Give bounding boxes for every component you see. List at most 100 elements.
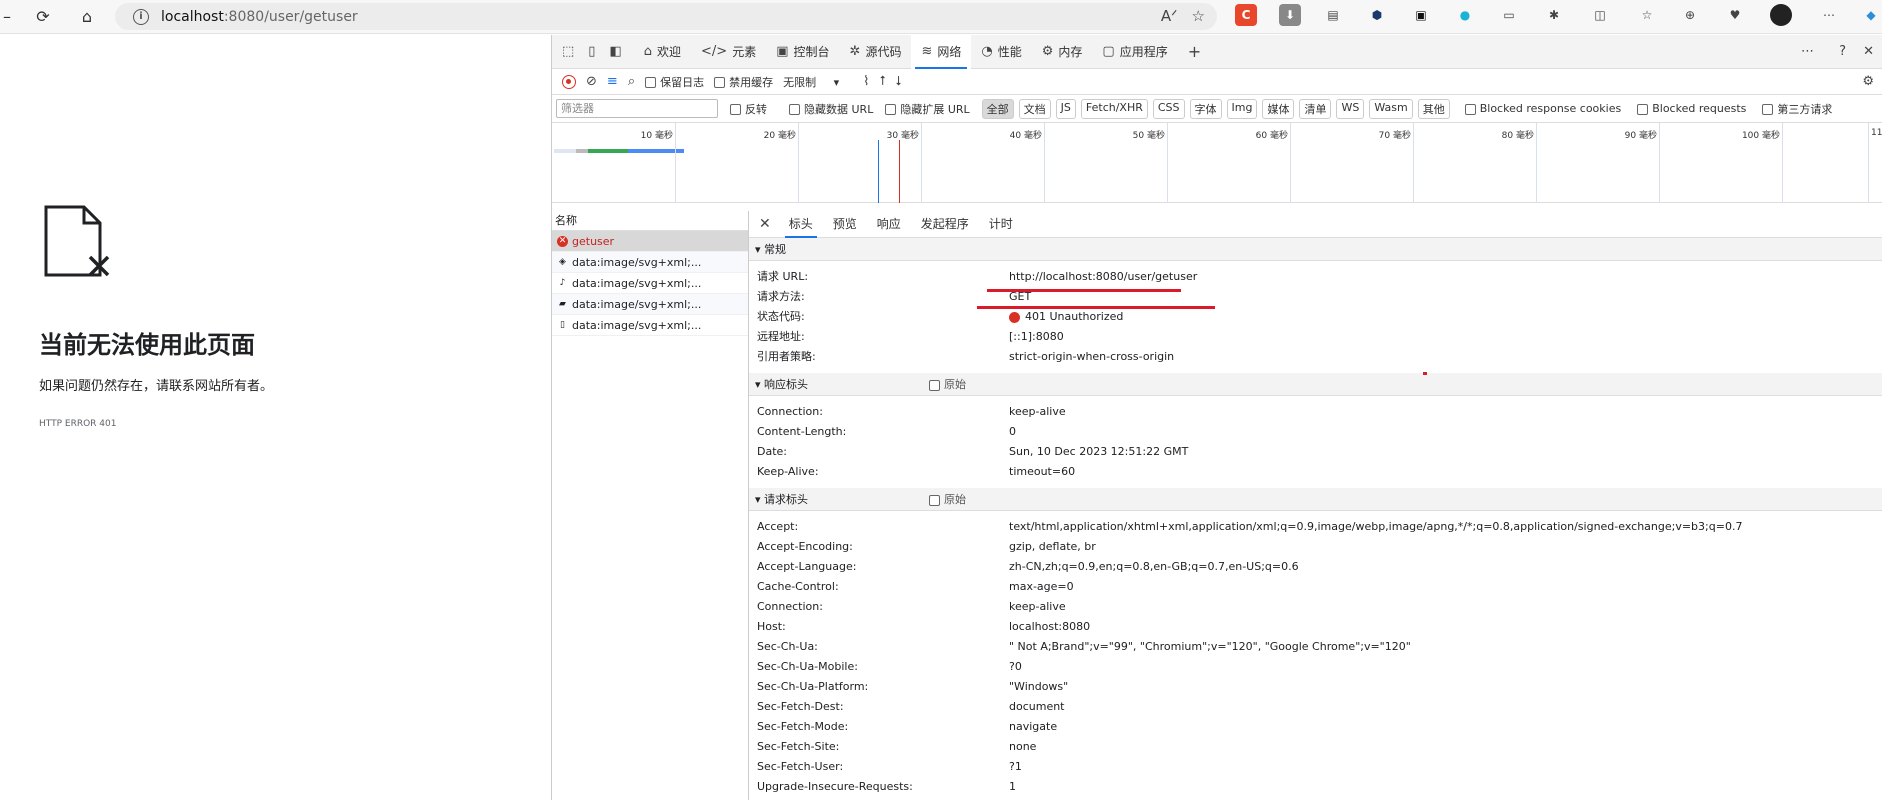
header-key: Host: <box>757 620 786 633</box>
copilot-icon[interactable]: ◆ <box>1860 4 1882 26</box>
request-row[interactable]: ▯ data:image/svg+xml;... <box>552 315 748 336</box>
dock-side-icon[interactable]: ◧ <box>609 44 621 59</box>
filter-chip[interactable]: Fetch/XHR <box>1080 98 1148 119</box>
filter-chip[interactable]: WS <box>1336 98 1365 119</box>
extension-doc-icon[interactable]: ▤ <box>1322 4 1344 26</box>
third-party-checkbox[interactable]: 第三方请求 <box>1762 101 1832 117</box>
devtools-tab-wifi[interactable]: ≋ 网络 <box>911 34 972 69</box>
inspect-element-icon[interactable]: ⬚ <box>562 44 574 59</box>
network-conditions-icon[interactable]: ⌇ <box>863 74 869 89</box>
request-row-getuser[interactable]: ✕ getuser <box>552 231 748 252</box>
tab-headers[interactable]: 标头 <box>779 211 823 238</box>
collections-icon[interactable]: ⊕ <box>1679 4 1701 26</box>
hide-extension-urls-checkbox[interactable]: 隐藏扩展 URL <box>885 101 970 117</box>
raw-toggle[interactable]: 原始 <box>929 488 966 511</box>
devtools-tab-bug[interactable]: ✲ 源代码 <box>840 35 912 69</box>
request-list: 名称 ✕ getuser ◈ data:image/svg+xml;... ♪ dat… <box>552 211 749 800</box>
address-bar[interactable]: i localhost:8080/user/getuser Aᐟ ☆ <box>115 3 1217 30</box>
header-value: keep-alive <box>1009 405 1066 418</box>
tab-preview[interactable]: 预览 <box>823 211 867 238</box>
devtools-tab-label: 网络 <box>937 45 962 59</box>
filter-chip[interactable]: 字体 <box>1189 98 1222 119</box>
back-icon[interactable]: – <box>0 2 14 32</box>
close-devtools-icon[interactable]: ✕ <box>1863 44 1874 59</box>
header-row: Connection: keep-alive <box>749 597 1882 617</box>
header-key: 远程地址: <box>757 330 805 343</box>
more-tools-icon[interactable]: ⋯ <box>1801 44 1814 59</box>
tab-initiator[interactable]: 发起程序 <box>911 211 979 238</box>
refresh-icon[interactable]: ⟳ <box>28 2 58 32</box>
filter-chip[interactable]: 文档 <box>1018 98 1051 119</box>
invert-checkbox[interactable]: 反转 <box>730 101 767 117</box>
search-icon[interactable]: ⌕ <box>628 74 635 89</box>
filter-chip[interactable]: 清单 <box>1299 98 1332 119</box>
tab-timing[interactable]: 计时 <box>979 211 1023 238</box>
filter-input[interactable]: 筛选器 <box>556 99 718 118</box>
network-timeline[interactable]: 10 毫秒 20 毫秒 30 毫秒 40 毫秒 50 毫秒 60 毫秒 70 毫秒 80 毫秒… <box>552 123 1882 203</box>
profile-avatar[interactable] <box>1770 4 1792 26</box>
devtools-tab-code[interactable]: </> 元素 <box>691 35 766 69</box>
devtools-tab-gauge[interactable]: ◔ 性能 <box>971 35 1031 69</box>
filter-chip[interactable]: Wasm <box>1369 98 1413 119</box>
devtools-tab-home[interactable]: ⌂ 欢迎 <box>634 35 691 69</box>
extensions-puzzle-icon[interactable]: ✱ <box>1543 4 1565 26</box>
filter-chip[interactable]: 媒体 <box>1262 98 1295 119</box>
read-aloud-icon[interactable]: Aᐟ <box>1161 7 1178 25</box>
general-section-header[interactable]: ▾ 常规 <box>749 238 1882 261</box>
favorites-icon[interactable]: ☆ <box>1636 4 1658 26</box>
filter-chip[interactable]: JS <box>1055 98 1076 119</box>
filter-chip[interactable]: 全部 <box>981 98 1014 119</box>
performance-heart-icon[interactable]: ♥ <box>1724 4 1746 26</box>
header-key: Sec-Fetch-Site: <box>757 740 840 753</box>
request-headers-section-header[interactable]: ▾ 请求标头 原始 <box>749 488 1882 511</box>
clear-icon[interactable]: ⊘ <box>586 74 597 89</box>
tab-response[interactable]: 响应 <box>867 211 911 238</box>
favorite-star-icon[interactable]: ☆ <box>1192 7 1205 25</box>
error-code: HTTP ERROR 401 <box>39 419 117 429</box>
filter-chip[interactable]: Img <box>1226 98 1258 119</box>
export-har-icon[interactable]: ⭣ <box>896 74 902 89</box>
blocked-cookies-checkbox[interactable]: Blocked response cookies <box>1464 102 1621 115</box>
extension-globe-icon[interactable]: ● <box>1454 4 1476 26</box>
extension-c-icon[interactable]: C <box>1235 4 1257 26</box>
record-icon[interactable] <box>562 74 576 89</box>
settings-gear-icon[interactable]: ⚙ <box>1862 74 1874 89</box>
extension-page-icon[interactable]: ▭ <box>1498 4 1520 26</box>
filter-icon[interactable]: ≡ <box>607 74 618 89</box>
timeline-bar-light <box>554 149 576 153</box>
device-emulation-icon[interactable]: ▯ <box>588 44 595 59</box>
throttle-select[interactable]: 无限制 ▾ <box>783 74 853 90</box>
devtools-tab-memory[interactable]: ⚙ 内存 <box>1032 35 1093 69</box>
site-info-icon[interactable]: i <box>133 8 149 25</box>
filter-chip[interactable]: 其他 <box>1417 98 1450 119</box>
help-icon[interactable]: ? <box>1839 44 1846 59</box>
request-row[interactable]: ♪ data:image/svg+xml;... <box>552 273 748 294</box>
devtools-tab-app[interactable]: ▢ 应用程序 <box>1092 35 1177 69</box>
timeline-bar-download <box>588 149 628 153</box>
request-row[interactable]: ▰ data:image/svg+xml;... <box>552 294 748 315</box>
timeline-tick: 50 毫秒 <box>1133 123 1168 203</box>
raw-toggle[interactable]: 原始 <box>929 373 966 396</box>
add-tab-icon[interactable]: + <box>1188 42 1201 61</box>
split-screen-icon[interactable]: ◫ <box>1589 4 1611 26</box>
name-column-header[interactable]: 名称 <box>552 211 748 231</box>
header-row: Content-Length: 0 <box>749 422 1882 442</box>
more-menu-icon[interactable]: ⋯ <box>1818 4 1840 26</box>
close-detail-icon[interactable]: ✕ <box>749 216 779 232</box>
disable-cache-checkbox[interactable]: 禁用缓存 <box>714 74 773 90</box>
preserve-log-checkbox[interactable]: 保留日志 <box>645 74 704 90</box>
general-section: 请求 URL: http://localhost:8080/user/getuse… <box>749 261 1882 373</box>
devtools-tab-console[interactable]: ▣ 控制台 <box>766 35 839 69</box>
response-headers-section-header[interactable]: ▾ 响应标头 原始 <box>749 373 1882 396</box>
extension-grid-icon[interactable]: ▣ <box>1410 4 1432 26</box>
extension-download-icon[interactable]: ⬇ <box>1279 4 1301 26</box>
request-row[interactable]: ◈ data:image/svg+xml;... <box>552 252 748 273</box>
home-icon[interactable]: ⌂ <box>72 2 102 32</box>
import-har-icon[interactable]: ⭡ <box>879 74 885 89</box>
filter-chip[interactable]: CSS <box>1152 98 1185 119</box>
blocked-requests-checkbox[interactable]: Blocked requests <box>1637 102 1746 115</box>
header-value: "Windows" <box>1009 680 1069 693</box>
hide-data-urls-checkbox[interactable]: 隐藏数据 URL <box>789 101 873 117</box>
extension-cube-icon[interactable]: ⬢ <box>1366 4 1388 26</box>
header-row: Sec-Fetch-User: ?1 <box>749 757 1882 777</box>
